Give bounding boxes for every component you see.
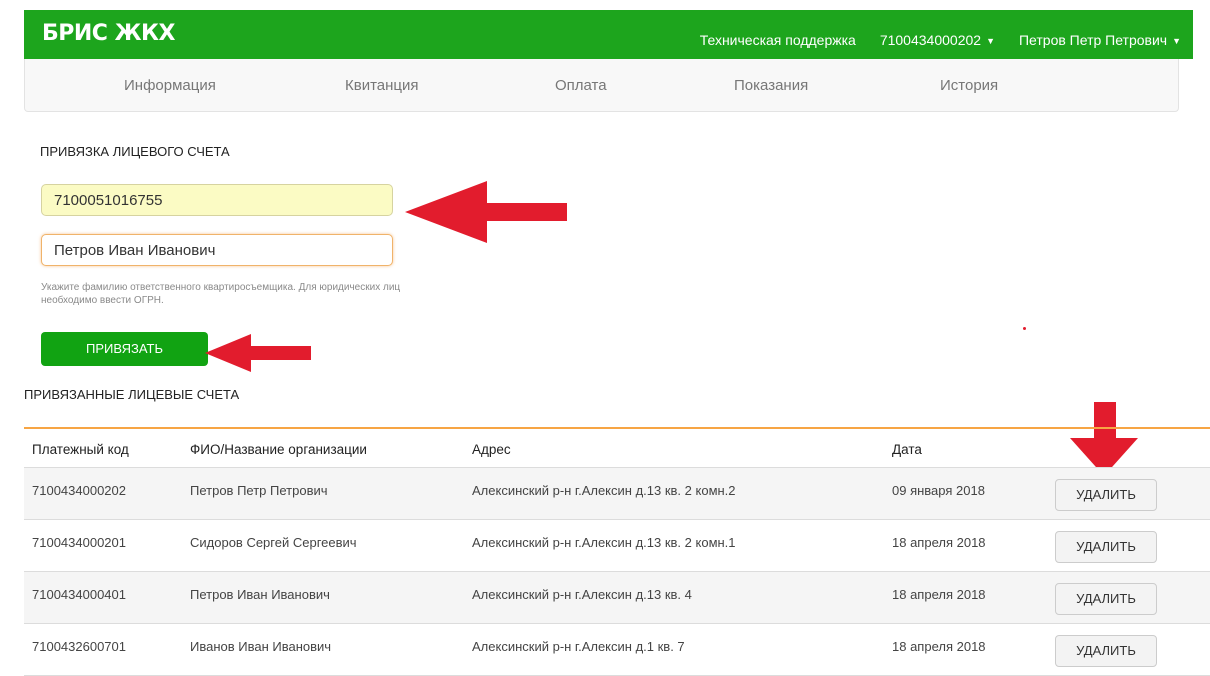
row-code: 7100434000201	[32, 535, 126, 550]
table-row: 7100434000401 Петров Иван Иванович Алекс…	[24, 572, 1210, 624]
table-row: 7100432600701 Иванов Иван Иванович Алекс…	[24, 624, 1210, 676]
table-row: 7100434000202 Петров Петр Петрович Алекс…	[24, 468, 1210, 520]
account-dropdown[interactable]: 7100434000202 ▼	[868, 32, 1007, 48]
user-dropdown-label: Петров Петр Петрович	[1018, 31, 1168, 48]
row-name: Иванов Иван Иванович	[190, 639, 332, 654]
annotation-dot	[1023, 327, 1026, 330]
main-menu: Информация Квитанция Оплата Показания Ис…	[24, 59, 1179, 112]
annotation-arrow-left-icon	[405, 181, 567, 243]
linked-accounts-title: ПРИВЯЗАННЫЕ ЛИЦЕВЫЕ СЧЕТА	[24, 387, 240, 402]
column-header-date: Дата	[892, 442, 922, 457]
annotation-arrow-left-icon	[205, 334, 311, 372]
caret-down-icon: ▼	[986, 35, 995, 46]
delete-button[interactable]: УДАЛИТЬ	[1055, 635, 1157, 667]
top-bar: БРИС ЖКХ Техническая поддержка 710043400…	[24, 10, 1193, 59]
menu-item-history[interactable]: История	[940, 77, 998, 94]
bind-button[interactable]: ПРИВЯЗАТЬ	[41, 332, 208, 366]
support-link[interactable]: Техническая поддержка	[688, 32, 868, 48]
row-name: Петров Петр Петрович	[190, 483, 328, 498]
menu-item-information[interactable]: Информация	[124, 77, 216, 94]
column-header-address: Адрес	[472, 442, 511, 457]
table-row: 7100434000201 Сидоров Сергей Сергеевич А…	[24, 520, 1210, 572]
brand-logo[interactable]: БРИС ЖКХ	[42, 21, 175, 46]
row-name: Петров Иван Иванович	[190, 587, 330, 602]
delete-button[interactable]: УДАЛИТЬ	[1055, 531, 1157, 563]
top-nav: Техническая поддержка 7100434000202 ▼ Пет…	[688, 10, 1193, 59]
row-code: 7100434000401	[32, 587, 126, 602]
row-date: 18 апреля 2018	[892, 587, 986, 602]
row-name: Сидоров Сергей Сергеевич	[190, 535, 357, 550]
column-header-name: ФИО/Название организации	[190, 442, 367, 457]
caret-down-icon: ▼	[1172, 35, 1181, 46]
user-dropdown[interactable]: Петров Петр Петрович ▼	[1007, 32, 1193, 48]
menu-item-payment[interactable]: Оплата	[555, 77, 607, 94]
delete-button[interactable]: УДАЛИТЬ	[1055, 583, 1157, 615]
linked-accounts-table: Платежный код ФИО/Название организации А…	[24, 427, 1210, 676]
row-address: Алексинский р-н г.Алексин д.13 кв. 2 ком…	[472, 535, 736, 550]
menu-item-readings[interactable]: Показания	[734, 77, 808, 94]
column-header-code: Платежный код	[32, 442, 129, 457]
tenant-name-input[interactable]	[41, 234, 393, 266]
row-date: 09 января 2018	[892, 483, 985, 498]
delete-button[interactable]: УДАЛИТЬ	[1055, 479, 1157, 511]
row-address: Алексинский р-н г.Алексин д.13 кв. 4	[472, 587, 692, 602]
account-dropdown-label: 7100434000202	[879, 31, 982, 48]
row-code: 7100434000202	[32, 483, 126, 498]
bind-form-title: ПРИВЯЗКА ЛИЦЕВОГО СЧЕТА	[40, 144, 230, 159]
account-number-input[interactable]	[41, 184, 393, 216]
row-address: Алексинский р-н г.Алексин д.1 кв. 7	[472, 639, 685, 654]
row-date: 18 апреля 2018	[892, 535, 986, 550]
table-header: Платежный код ФИО/Название организации А…	[24, 429, 1210, 468]
help-text: Укажите фамилию ответственного квартирос…	[41, 282, 401, 306]
row-address: Алексинский р-н г.Алексин д.13 кв. 2 ком…	[472, 483, 736, 498]
row-date: 18 апреля 2018	[892, 639, 986, 654]
menu-item-receipt[interactable]: Квитанция	[345, 77, 419, 94]
row-code: 7100432600701	[32, 639, 126, 654]
support-label: Техническая поддержка	[699, 31, 856, 48]
